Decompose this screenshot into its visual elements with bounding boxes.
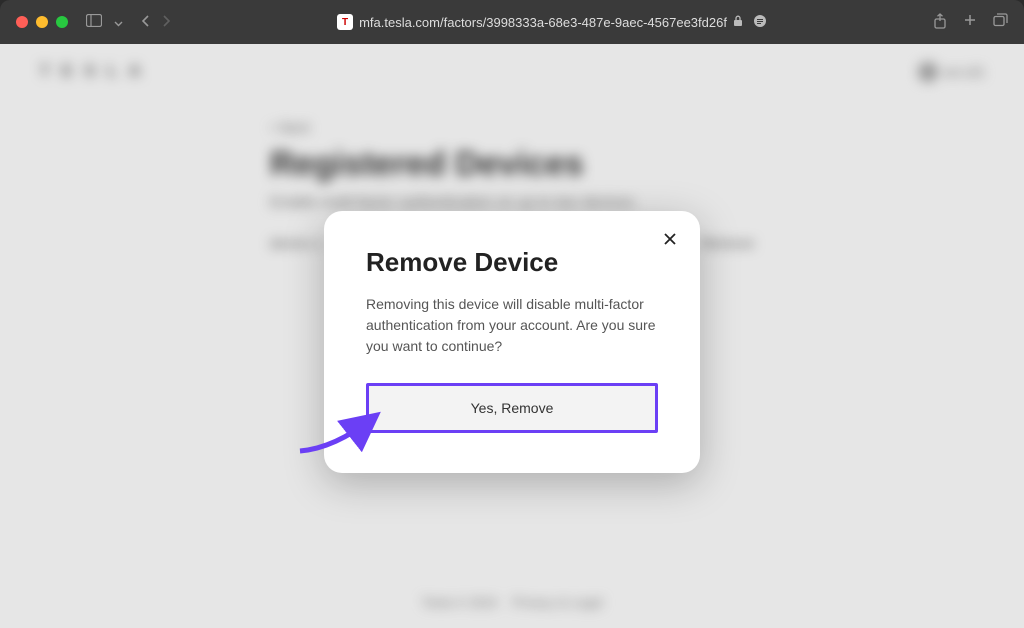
window-controls bbox=[16, 16, 68, 28]
toolbar-right-group bbox=[933, 13, 1008, 32]
sidebar-toggle-icon[interactable] bbox=[86, 14, 102, 30]
share-icon[interactable] bbox=[933, 13, 947, 32]
back-link[interactable]: < Back bbox=[270, 120, 754, 135]
chevron-down-icon[interactable] bbox=[114, 14, 123, 30]
globe-icon bbox=[918, 62, 938, 82]
forward-button-icon bbox=[162, 14, 171, 31]
modal-title: Remove Device bbox=[366, 247, 658, 278]
footer-copyright: Tesla © 2024 bbox=[422, 595, 498, 610]
reader-icon[interactable] bbox=[753, 14, 767, 31]
tesla-logo[interactable]: TESLA bbox=[40, 63, 152, 81]
close-icon[interactable] bbox=[662, 231, 678, 251]
device-name: device 1 bbox=[270, 235, 322, 251]
close-window-button[interactable] bbox=[16, 16, 28, 28]
page-subtitle: Enable multi-factor authentication on up… bbox=[270, 194, 754, 211]
modal-body-text: Removing this device will disable multi-… bbox=[366, 294, 658, 357]
page-title: Registered Devices bbox=[270, 145, 754, 184]
minimize-window-button[interactable] bbox=[36, 16, 48, 28]
browser-toolbar: T mfa.tesla.com/factors/3998333a-68e3-48… bbox=[0, 0, 1024, 44]
lock-icon bbox=[733, 15, 743, 30]
locale-label: en-US bbox=[944, 64, 984, 80]
back-button-icon[interactable] bbox=[141, 14, 150, 31]
site-favicon: T bbox=[337, 14, 353, 30]
device-remove-link[interactable]: Remove bbox=[702, 235, 754, 251]
url-text: mfa.tesla.com/factors/3998333a-68e3-487e… bbox=[359, 15, 727, 30]
new-tab-icon[interactable] bbox=[963, 13, 977, 32]
remove-device-modal: Remove Device Removing this device will … bbox=[324, 211, 700, 473]
address-bar[interactable]: T mfa.tesla.com/factors/3998333a-68e3-48… bbox=[337, 14, 767, 31]
page-footer: Tesla © 2024 Privacy & Legal bbox=[0, 595, 1024, 610]
account-menu[interactable]: en-US bbox=[918, 62, 984, 82]
confirm-remove-button[interactable]: Yes, Remove bbox=[366, 383, 658, 433]
viewport: TESLA en-US < Back Registered Devices En… bbox=[0, 44, 1024, 628]
tabs-overview-icon[interactable] bbox=[993, 13, 1008, 32]
fullscreen-window-button[interactable] bbox=[56, 16, 68, 28]
footer-legal-link[interactable]: Privacy & Legal bbox=[512, 595, 602, 610]
